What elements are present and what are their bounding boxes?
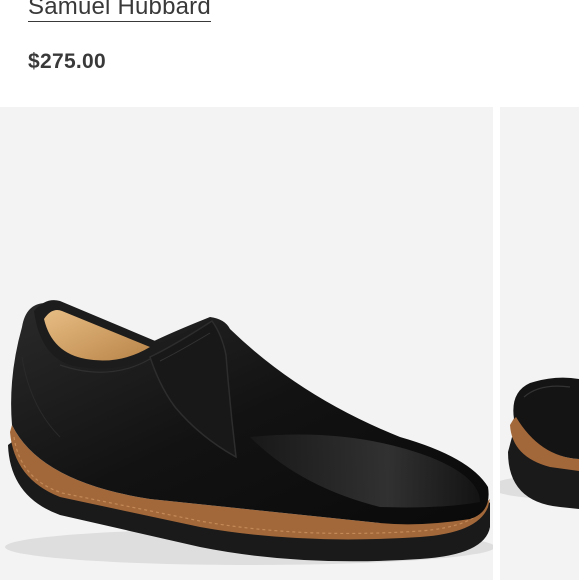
shoe-image-partial <box>500 377 579 509</box>
product-image-next[interactable] <box>500 107 579 580</box>
product-page: Samuel Hubbard $275.00 <box>0 0 579 580</box>
product-price: $275.00 <box>28 50 107 73</box>
product-image-carousel[interactable] <box>0 107 579 580</box>
brand-link[interactable]: Samuel Hubbard <box>28 0 211 22</box>
product-image-main[interactable] <box>0 107 493 580</box>
shoe-image <box>5 300 493 565</box>
